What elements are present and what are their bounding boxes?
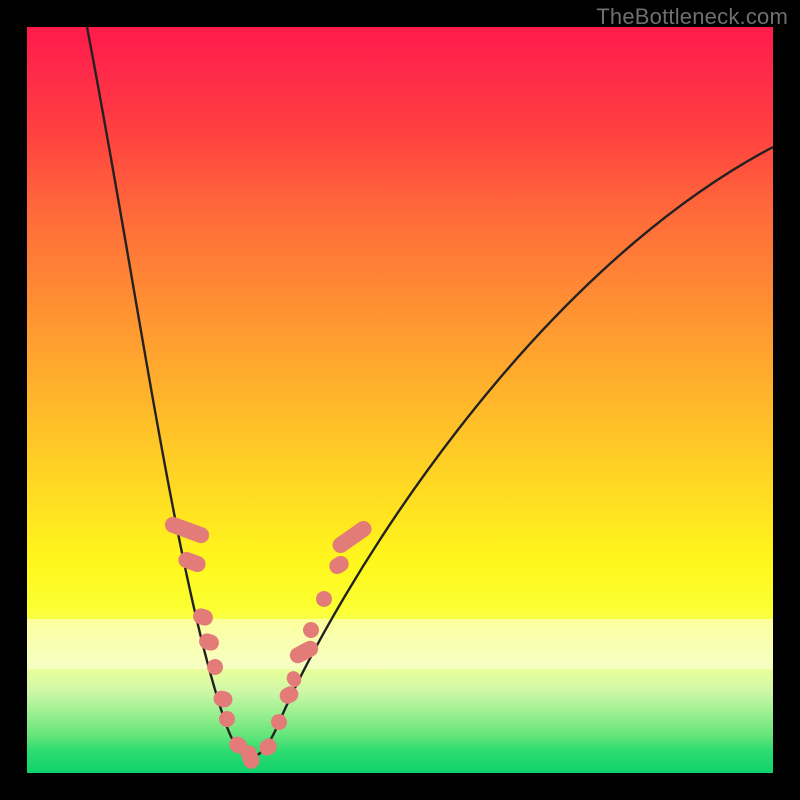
curve-marker	[256, 735, 280, 758]
bottleneck-curve	[87, 27, 773, 757]
chart-frame	[27, 27, 773, 773]
marker-layer	[163, 515, 375, 771]
curve-marker	[287, 638, 321, 666]
curve-marker	[176, 550, 208, 575]
curve-marker	[326, 553, 351, 577]
curve-marker	[300, 619, 322, 641]
curve-marker	[217, 709, 236, 728]
bottleneck-chart-svg	[27, 27, 773, 773]
curve-marker	[163, 515, 212, 546]
curve-marker	[284, 669, 304, 690]
watermark-text: TheBottleneck.com	[596, 4, 788, 30]
curve-marker	[268, 711, 290, 733]
curve-marker	[329, 518, 374, 556]
curve-marker	[313, 588, 335, 610]
curve-marker	[277, 683, 301, 706]
